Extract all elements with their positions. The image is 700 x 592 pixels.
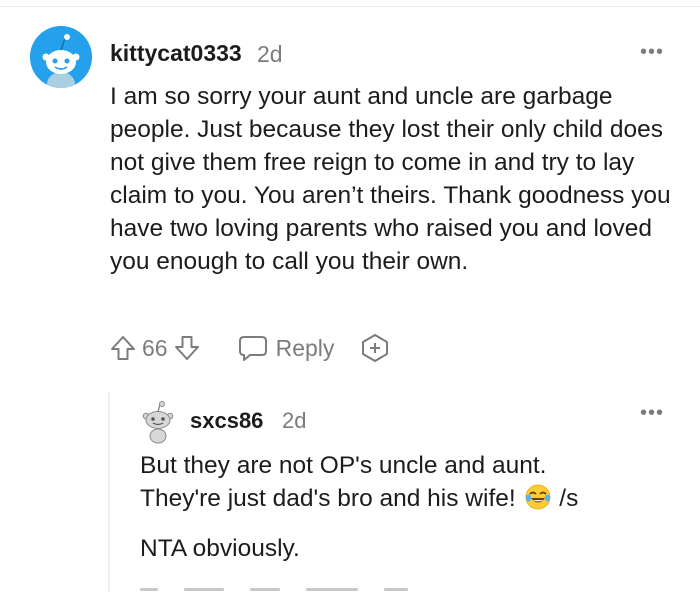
reply-more-options-button[interactable]: ••• xyxy=(640,403,664,423)
reply-body-line2-end: /s xyxy=(552,485,579,512)
thread-line[interactable] xyxy=(108,392,110,592)
reply-user-avatar[interactable] xyxy=(140,400,176,444)
comment-thread: kittycat0333 2d ••• I am so sorry your a… xyxy=(0,0,700,592)
upvote-button[interactable] xyxy=(110,334,136,362)
comment-username[interactable]: kittycat0333 xyxy=(110,40,242,67)
comment-timestamp: 2d xyxy=(257,41,283,67)
snoo-avatar-icon xyxy=(30,26,92,88)
upvote-arrow-icon xyxy=(111,336,135,360)
reply-username[interactable]: sxcs86 xyxy=(190,408,263,434)
downvote-arrow-icon xyxy=(174,336,199,360)
reply-body: But they are not OP's uncle and aunt. The… xyxy=(140,449,680,515)
award-plus-icon xyxy=(362,334,389,362)
divider xyxy=(0,6,700,7)
reply-button[interactable]: Reply xyxy=(238,334,335,362)
vote-count: 66 xyxy=(142,334,168,361)
more-options-button[interactable]: ••• xyxy=(640,42,664,62)
snoo-avatar-icon xyxy=(142,401,174,444)
user-avatar[interactable] xyxy=(30,26,92,88)
reply-timestamp: 2d xyxy=(282,408,307,433)
comment-body: I am so sorry your aunt and uncle are ga… xyxy=(110,83,671,275)
reply-label: Reply xyxy=(275,334,335,361)
speech-bubble-icon xyxy=(238,336,267,361)
comment-actions: 66 Reply xyxy=(110,330,390,366)
award-button[interactable] xyxy=(360,333,390,363)
downvote-button[interactable] xyxy=(174,334,200,362)
tears-of-joy-emoji xyxy=(525,484,551,510)
reply-body-line2-start: They're just dad's bro and his wife! xyxy=(140,485,523,512)
reply-actions-partial xyxy=(140,582,460,592)
reply-body-line1: But they are not OP's uncle and aunt. xyxy=(140,452,547,479)
reply-body-line3: NTA obviously. xyxy=(140,535,300,562)
